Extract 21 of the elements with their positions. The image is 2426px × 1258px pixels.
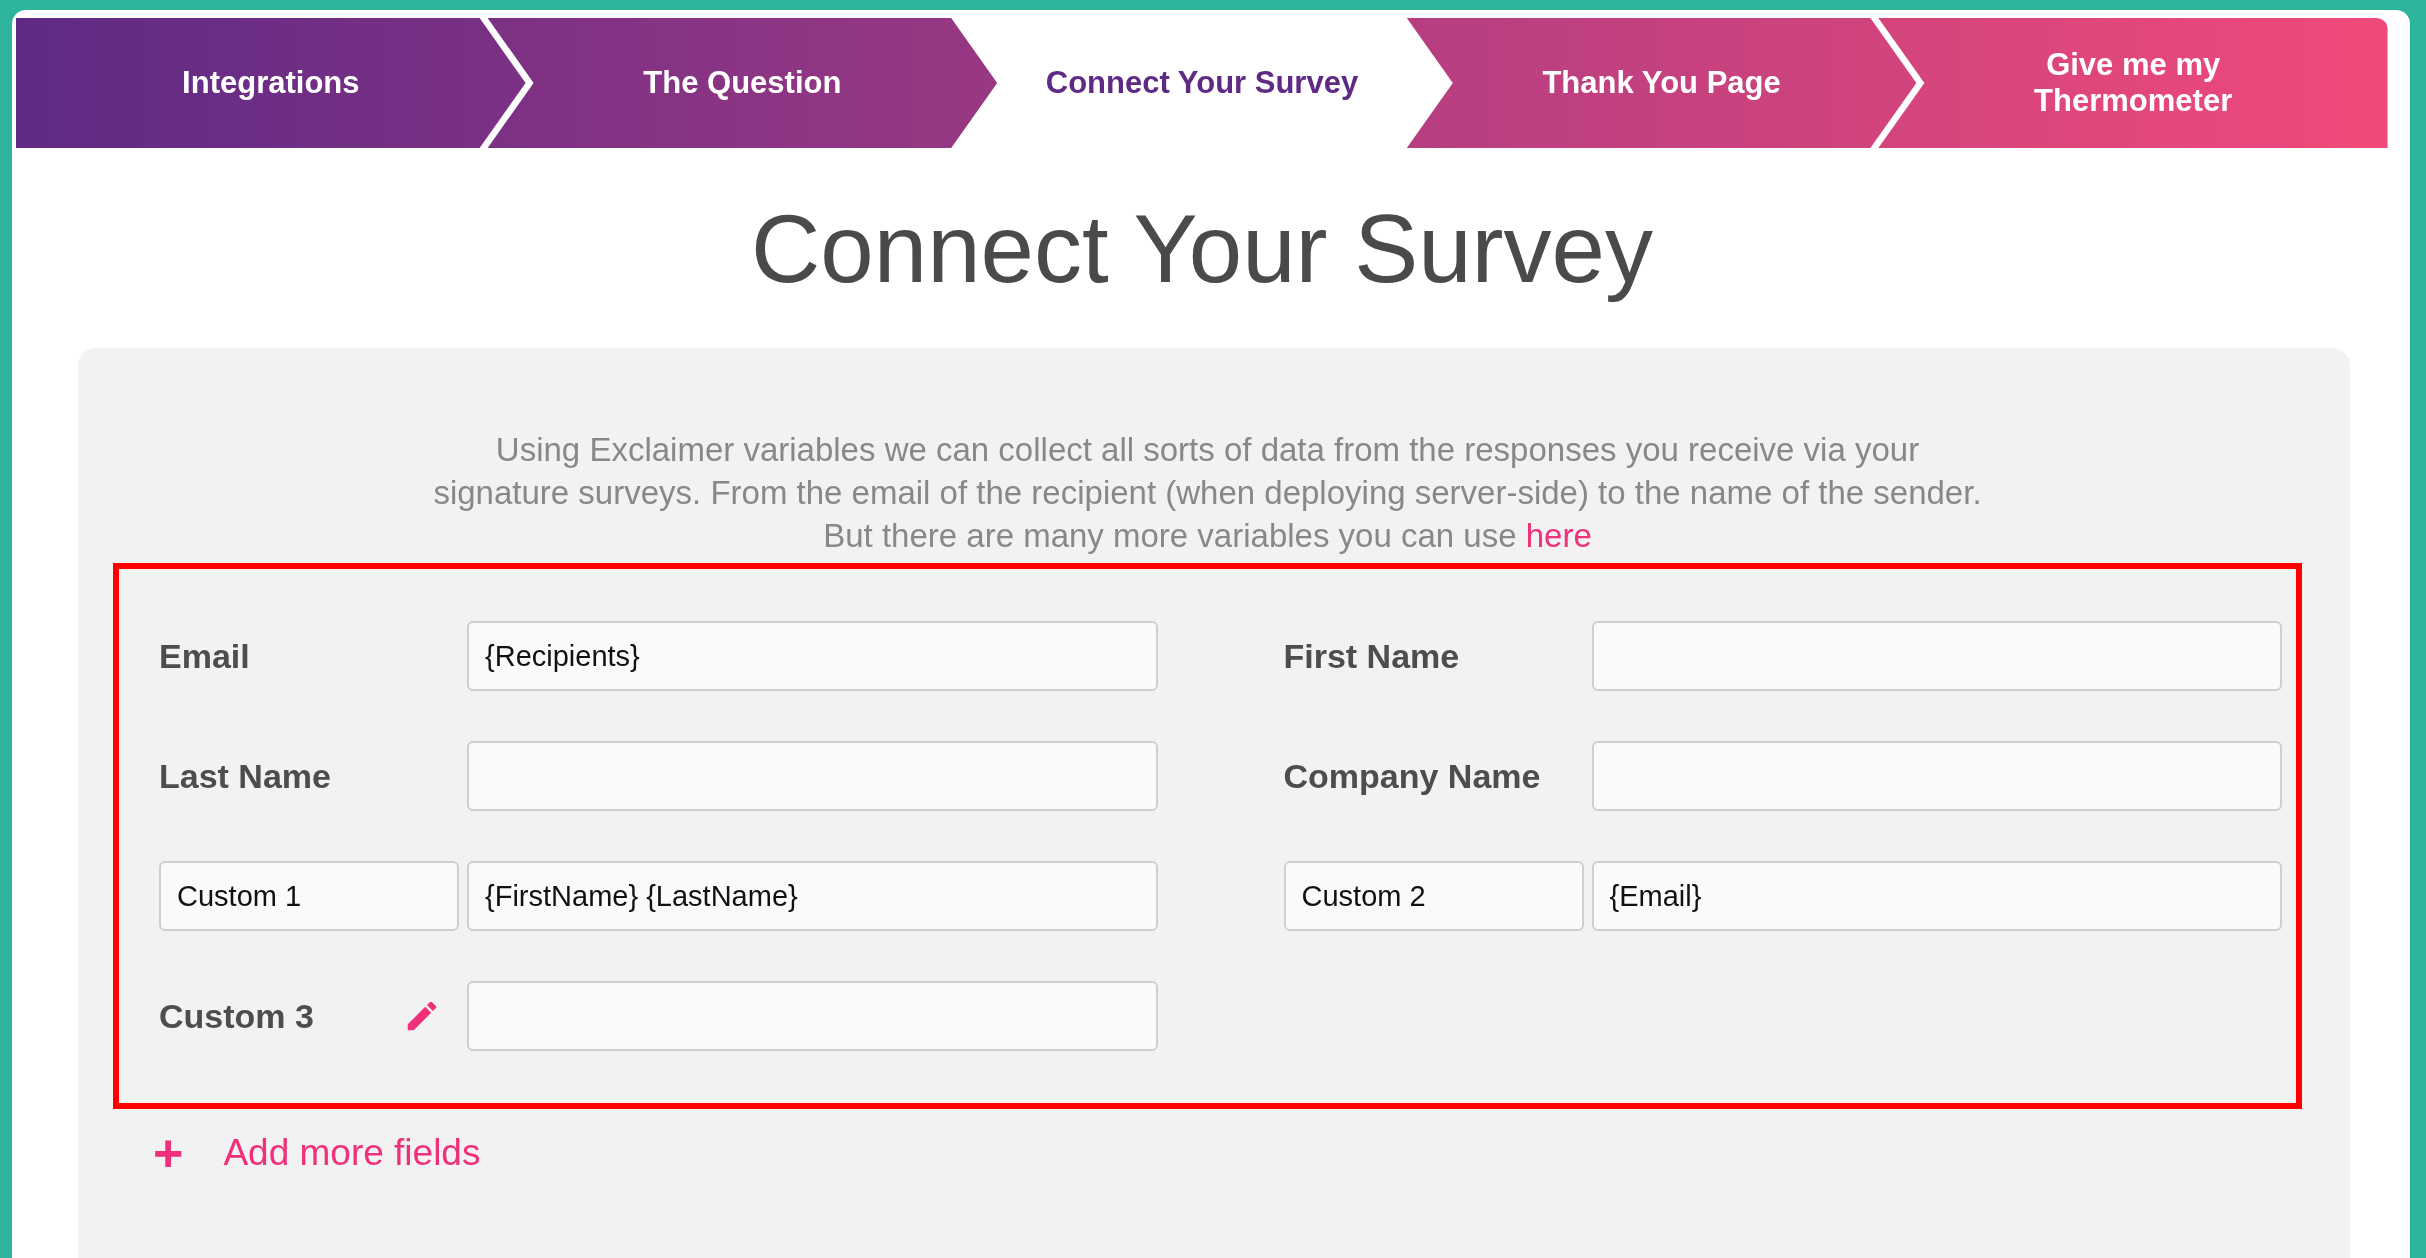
step-tab[interactable]: Give me my Thermometer xyxy=(1878,18,2388,148)
variables-note: But there are many more variables you can use here xyxy=(822,516,1593,556)
text-field[interactable]: {Recipients} xyxy=(467,621,1158,691)
field-label: Custom 3 xyxy=(159,996,314,1036)
step-tab[interactable]: The Question xyxy=(487,18,998,148)
label-field[interactable]: Custom 1 xyxy=(159,861,459,931)
field-label: Last Name xyxy=(159,756,331,796)
intro-paragraph: Using Exclaimer variables we can collect all sorts of data from the responses you receive via your signature surveys. From the email of the recipient (when deploying server-side) to the name of the sender. xyxy=(432,430,1983,513)
page-title: Connect Your Survey xyxy=(750,194,1654,304)
step-tab[interactable]: Thank You Page xyxy=(1406,18,1917,148)
text-field[interactable]: {FirstName} {LastName} xyxy=(467,861,1158,931)
field-label: First Name xyxy=(1283,636,1460,676)
field-label: Company Name xyxy=(1283,756,1541,796)
text-field[interactable] xyxy=(467,741,1158,811)
text-field[interactable]: {Email} xyxy=(1591,861,2282,931)
text-field[interactable] xyxy=(1591,741,2282,811)
step-tab[interactable]: Integrations xyxy=(16,18,526,148)
text-field[interactable] xyxy=(467,981,1158,1051)
label-field[interactable]: Custom 2 xyxy=(1283,861,1584,931)
field-label: Email xyxy=(159,636,250,676)
text-field[interactable] xyxy=(1591,621,2282,691)
